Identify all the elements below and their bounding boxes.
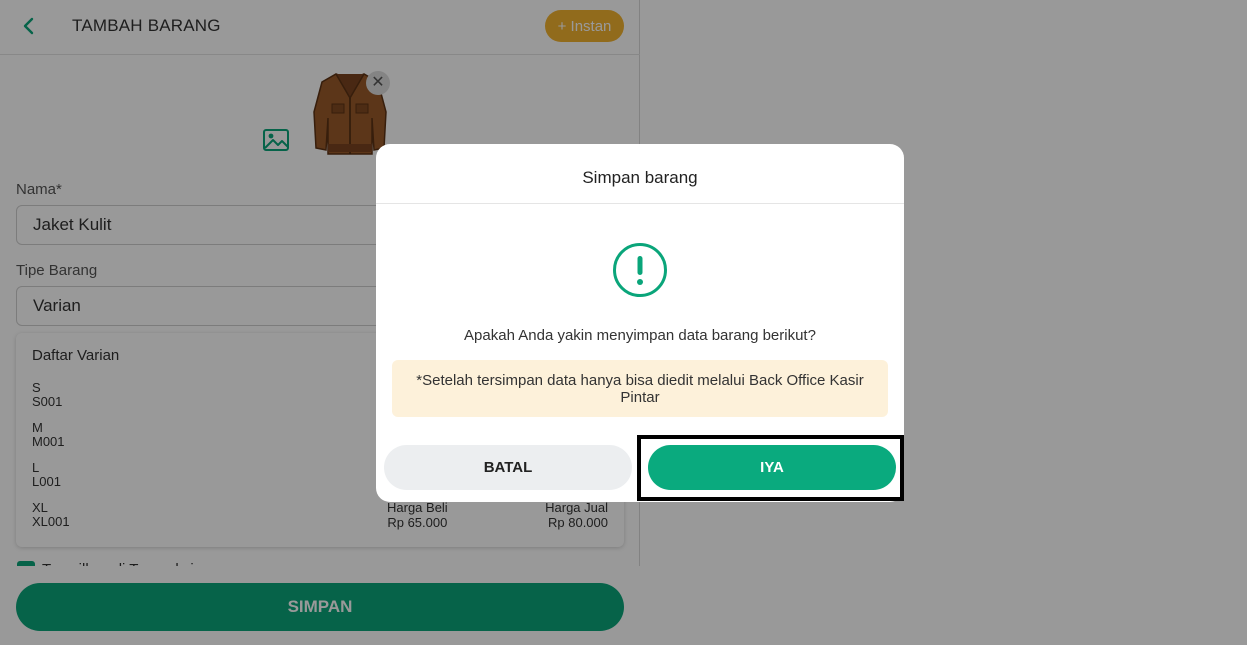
dialog-divider (376, 203, 904, 204)
cancel-button[interactable]: BATAL (384, 445, 632, 490)
exclamation-circle-icon (613, 243, 667, 297)
dialog-question: Apakah Anda yakin menyimpan data barang … (464, 327, 816, 344)
dialog-title: Simpan barang (582, 168, 698, 187)
highlight-box (637, 435, 904, 501)
dialog-note: *Setelah tersimpan data hanya bisa diedi… (392, 360, 888, 417)
